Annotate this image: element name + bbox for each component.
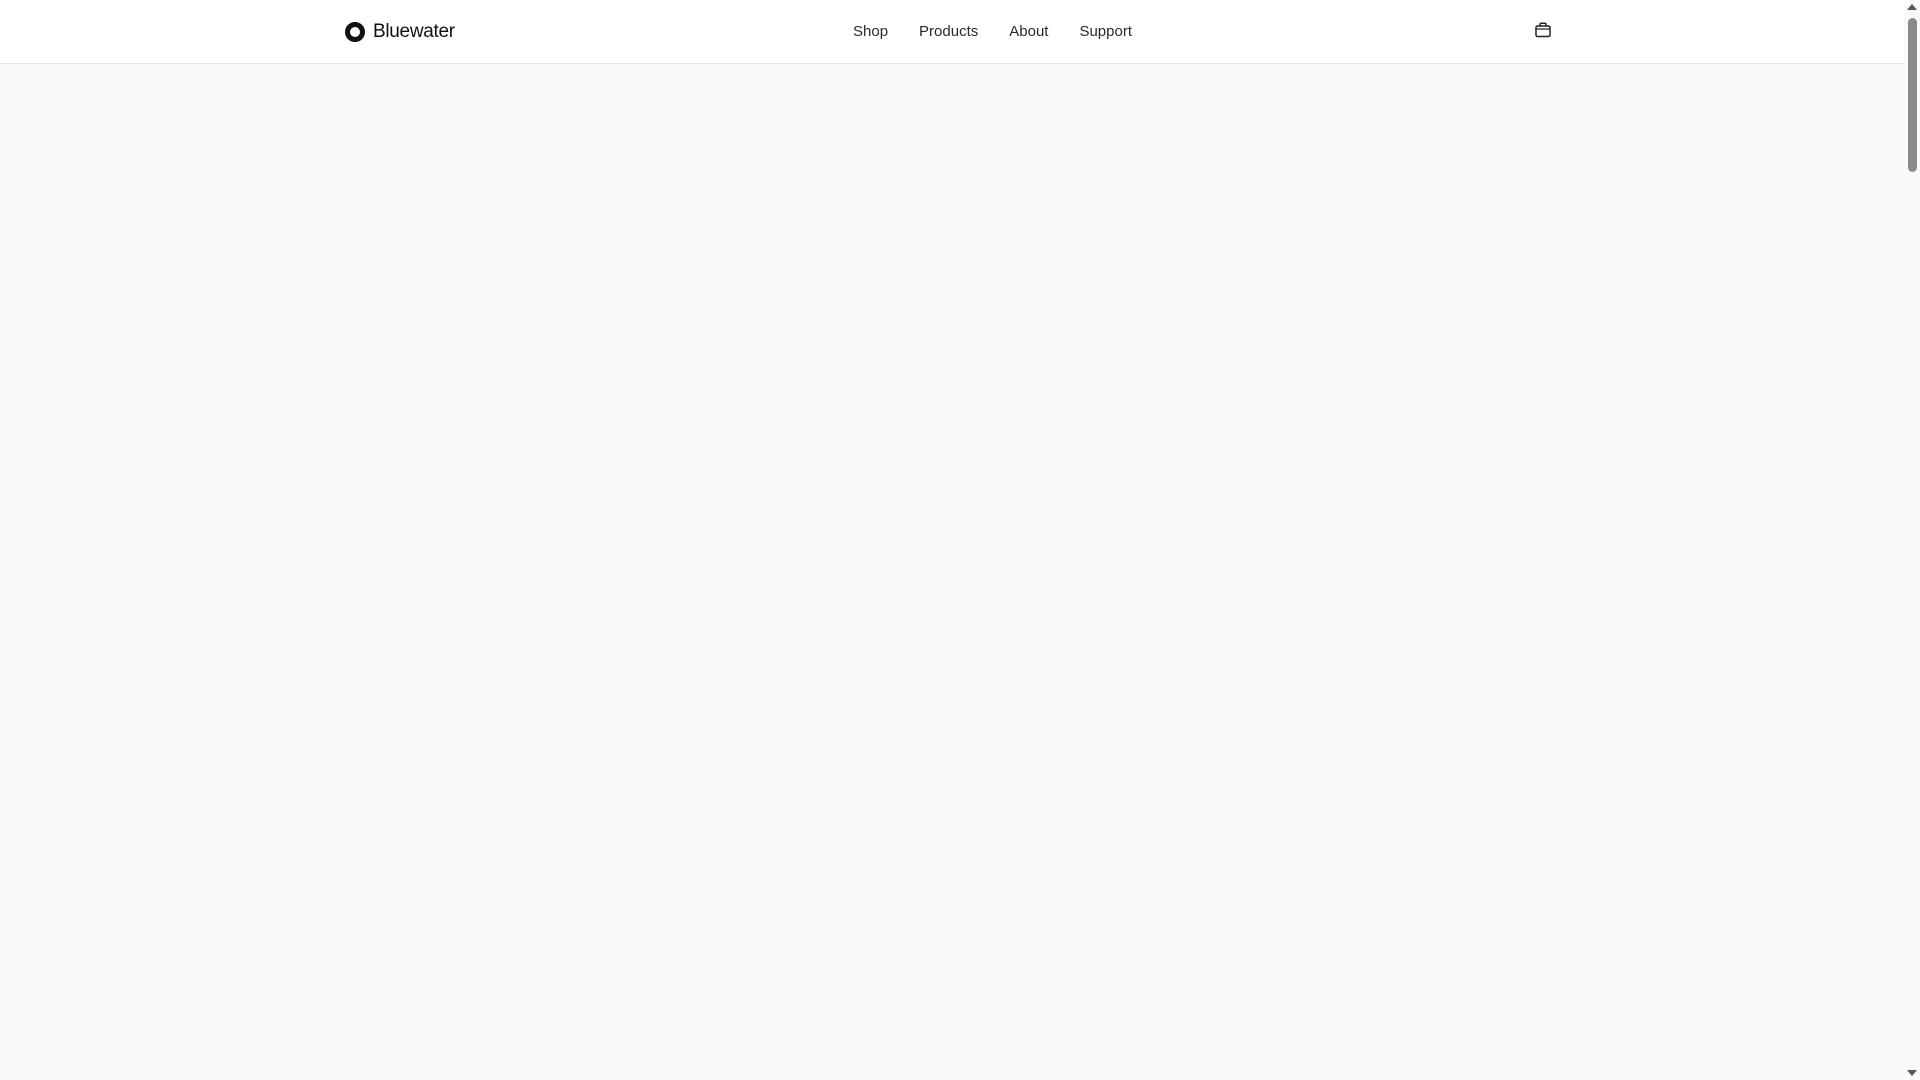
shopping-bag-icon xyxy=(1535,22,1551,38)
logo-ring-icon xyxy=(345,22,365,42)
scroll-thumb[interactable] xyxy=(1908,18,1917,172)
main-content xyxy=(0,65,1904,1080)
brand-name: Bluewater xyxy=(373,21,455,42)
cart-button[interactable] xyxy=(1533,20,1553,40)
page: Bluewater Shop Products About Support xyxy=(0,0,1920,1080)
nav-shop[interactable]: Shop xyxy=(853,22,888,42)
scroll-down-arrow-icon[interactable] xyxy=(1907,1070,1917,1076)
site-header: Bluewater Shop Products About Support xyxy=(0,0,1904,64)
nav-support[interactable]: Support xyxy=(1079,22,1132,42)
brand-logo[interactable]: Bluewater xyxy=(344,20,455,44)
nav-about[interactable]: About xyxy=(1009,22,1048,42)
main-nav: Shop Products About Support xyxy=(853,21,1132,43)
nav-products[interactable]: Products xyxy=(919,22,978,42)
scroll-up-arrow-icon[interactable] xyxy=(1907,4,1917,10)
vertical-scrollbar[interactable] xyxy=(1904,0,1920,1080)
